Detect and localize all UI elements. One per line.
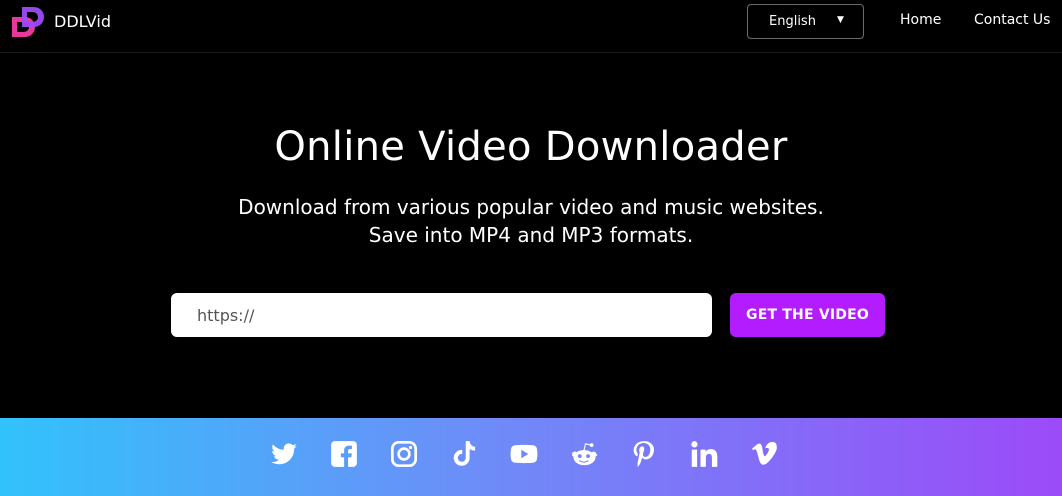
page-subtitle: Download from various popular video and …: [0, 193, 1062, 249]
nav-link-contact-us[interactable]: Contact Us: [974, 12, 1050, 28]
page-title: Online Video Downloader: [274, 124, 788, 170]
chevron-down-icon: ▼: [837, 15, 844, 25]
pinterest-icon: [633, 441, 655, 467]
youtube-icon: [510, 444, 538, 464]
video-url-input[interactable]: [171, 293, 712, 337]
social-links-bar: [0, 418, 1062, 496]
ddlvid-logo-icon: [12, 7, 44, 37]
twitter-icon: [271, 443, 297, 465]
pinterest-link[interactable]: [630, 440, 658, 468]
vimeo-link[interactable]: [750, 440, 778, 468]
language-selected-value: English: [769, 14, 816, 29]
brand-name: DDLVid: [54, 12, 111, 31]
instagram-link[interactable]: [390, 440, 418, 468]
reddit-link[interactable]: [570, 440, 598, 468]
youtube-link[interactable]: [510, 440, 538, 468]
brand-home-link[interactable]: DDLVid: [8, 5, 111, 38]
twitter-link[interactable]: [270, 440, 298, 468]
linkedin-icon: [691, 441, 718, 467]
nav-link-home[interactable]: Home: [900, 12, 941, 28]
subtitle-line: Download from various popular video and …: [238, 195, 824, 219]
top-navigation-bar: DDLVid English ▼ Home Contact Us: [0, 0, 1062, 53]
language-select[interactable]: English ▼: [747, 4, 864, 39]
facebook-link[interactable]: [330, 440, 358, 468]
tiktok-link[interactable]: [450, 440, 478, 468]
facebook-icon: [331, 441, 357, 467]
get-the-video-button[interactable]: GET THE VIDEO: [730, 293, 885, 337]
tiktok-icon: [453, 441, 476, 466]
instagram-icon: [390, 440, 418, 468]
linkedin-link[interactable]: [690, 440, 718, 468]
reddit-icon: [571, 443, 598, 466]
vimeo-icon: [751, 441, 777, 465]
subtitle-line: Save into MP4 and MP3 formats.: [368, 223, 694, 247]
